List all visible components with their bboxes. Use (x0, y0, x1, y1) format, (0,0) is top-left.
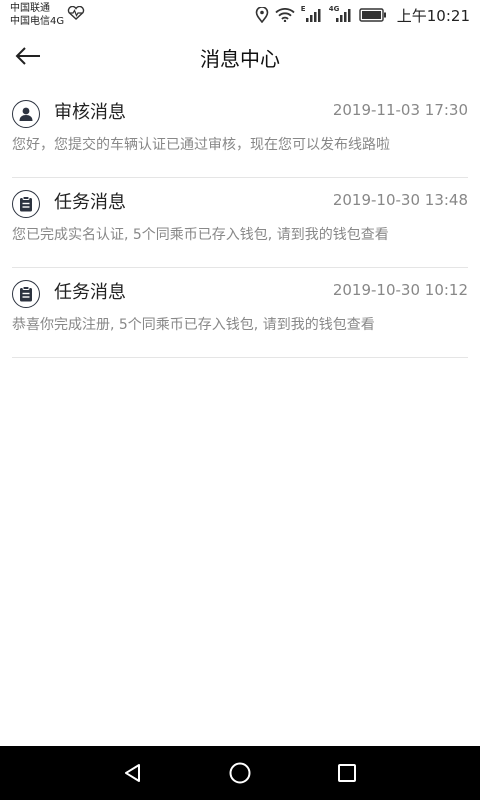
message-body: 您好，您提交的车辆认证已通过审核，现在您可以发布线路啦 (12, 137, 390, 153)
carrier-info: 中国联通 中国电信4G (10, 2, 64, 28)
message-time: 2019-10-30 10:12 (332, 281, 468, 299)
health-heart-icon (67, 6, 85, 20)
message-title: 任务消息 (54, 192, 126, 213)
signal-bars-1-icon (305, 9, 321, 22)
carrier-1: 中国联通 (10, 3, 50, 14)
recents-square-icon (337, 764, 356, 782)
carrier-2: 中国电信4G (10, 16, 65, 27)
message-time: 2019-11-03 17:30 (332, 101, 468, 119)
message-item[interactable]: 审核消息 2019-11-03 17:30 您好，您提交的车辆认证已通过审核，现… (12, 88, 468, 178)
nav-home-button[interactable] (220, 753, 260, 793)
message-time: 2019-10-30 13:48 (332, 191, 468, 209)
back-triangle-icon (125, 764, 141, 782)
wifi-icon (275, 8, 295, 22)
message-title: 任务消息 (54, 282, 126, 303)
signal-2-group: 4G (329, 5, 353, 23)
system-nav-bar (0, 746, 480, 800)
battery-icon (359, 8, 386, 22)
page-title: 消息中心 (200, 47, 280, 71)
status-bar: 中国联通 中国电信4G E 4G 上午10:21 (0, 0, 480, 32)
location-icon (255, 7, 269, 23)
app-header: 消息中心 (0, 32, 480, 80)
message-list: 审核消息 2019-11-03 17:30 您好，您提交的车辆认证已通过审核，现… (12, 88, 468, 358)
message-item[interactable]: 任务消息 2019-10-30 13:48 您已完成实名认证, 5个同乘币已存入… (12, 178, 468, 268)
nav-recents-button[interactable] (327, 753, 367, 793)
signal-1-group: E (301, 5, 323, 23)
message-item[interactable]: 任务消息 2019-10-30 10:12 恭喜你完成注册, 5个同乘币已存入钱… (12, 268, 468, 358)
message-body: 恭喜你完成注册, 5个同乘币已存入钱包, 请到我的钱包查看 (12, 317, 375, 333)
home-circle-icon (229, 762, 251, 784)
nav-back-button[interactable] (113, 753, 153, 793)
clipboard-task-icon (12, 190, 40, 218)
clipboard-task-icon (12, 280, 40, 308)
user-review-icon (12, 100, 40, 128)
signal-bars-2-icon (335, 9, 351, 22)
message-title: 审核消息 (54, 102, 126, 123)
status-clock: 上午10:21 (396, 6, 470, 25)
message-body: 您已完成实名认证, 5个同乘币已存入钱包, 请到我的钱包查看 (12, 227, 389, 243)
